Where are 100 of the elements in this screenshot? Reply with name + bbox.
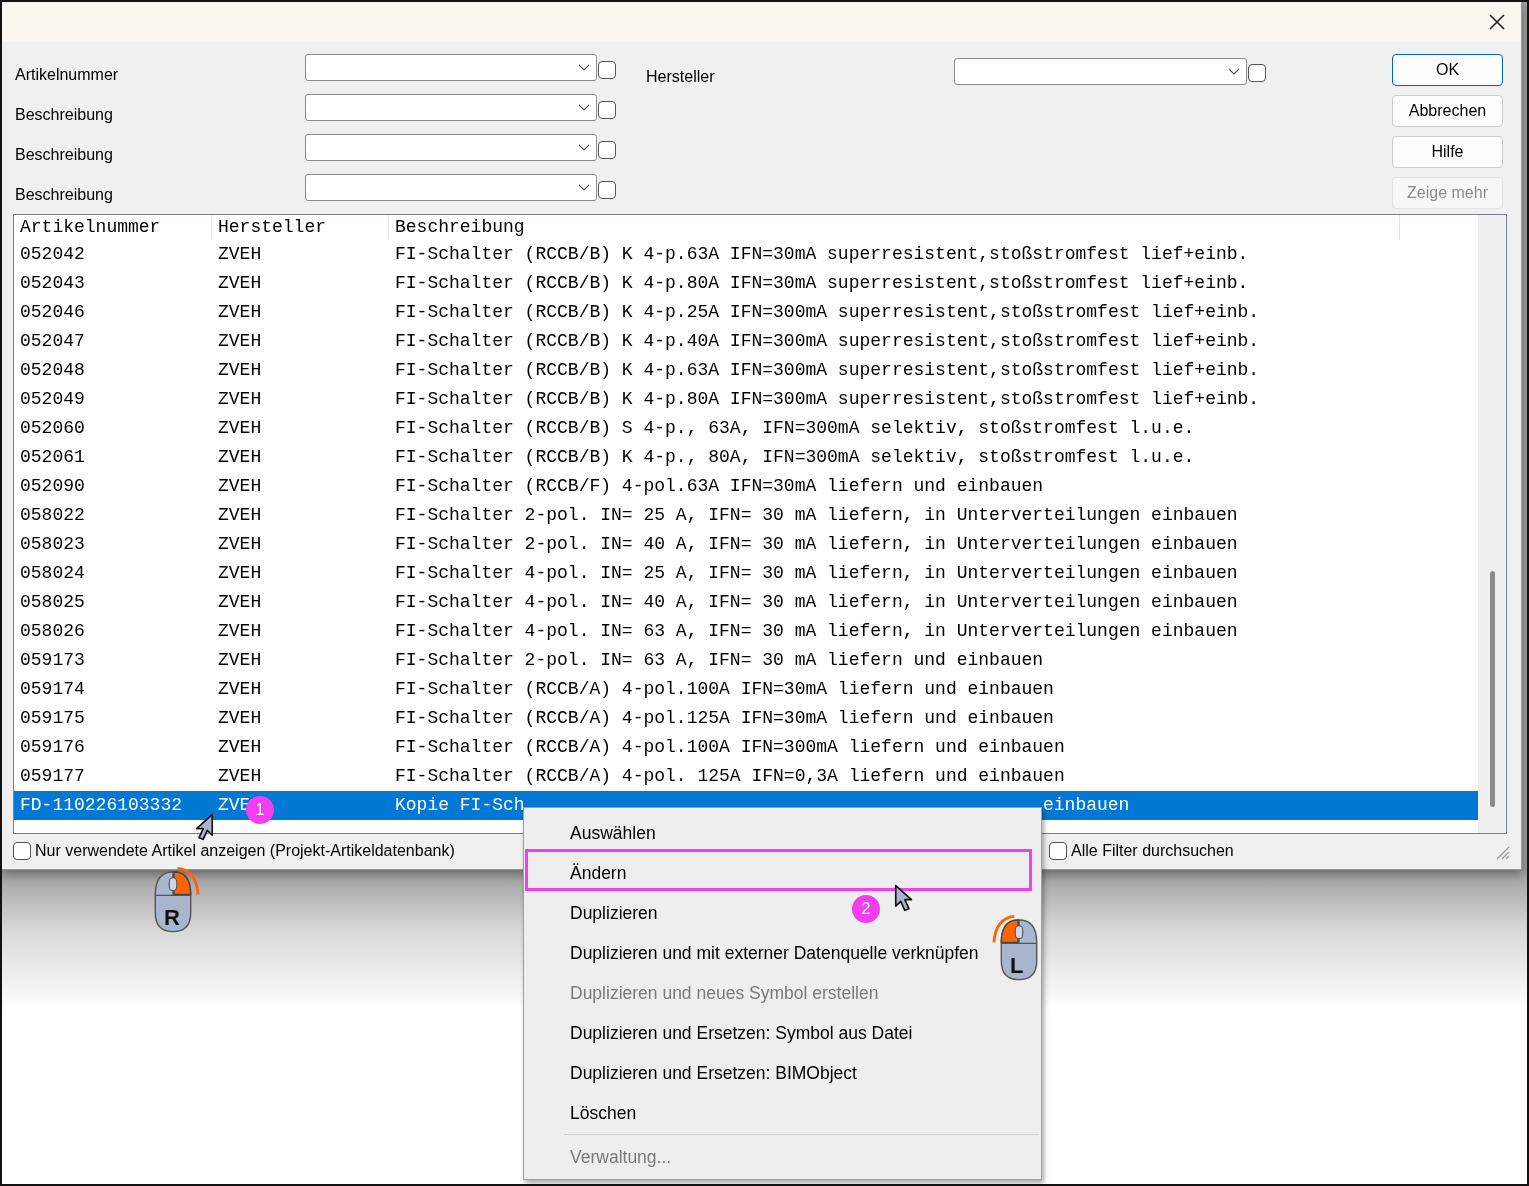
table-row[interactable]: 058022 ZVEH FI-Schalter 2-pol. IN= 25 A, IFN= 30 mA liefern, in Unterverteilungen einbauen	[14, 501, 1478, 530]
close-icon[interactable]	[1489, 14, 1505, 30]
table-cell: FI-Schalter (RCCB/B) S 4-p., 63A, IFN=300mA selektiv, stoßstromfest l.u.e.	[395, 418, 1195, 438]
cursor-icon	[894, 884, 914, 912]
checkbox-label: Nur verwendete Artikel anzeigen (Projekt-Artikeldatenbank)	[35, 841, 455, 861]
table-cell: FI-Schalter (RCCB/B) K 4-p., 80A, IFN=300mA selektiv, stoßstromfest l.u.e.	[395, 447, 1195, 467]
checkbox[interactable]	[1248, 64, 1266, 82]
dialog-button[interactable]: Hilfe	[1392, 136, 1503, 168]
table-cell: FI-Schalter (RCCB/B) K 4-p.25A IFN=300mA superresistent,stoßstromfest lief+einb.	[395, 302, 1260, 322]
dropdown-field[interactable]	[954, 58, 1247, 85]
table-row[interactable]: 059174 ZVEH FI-Schalter (RCCB/A) 4-pol.100A IFN=30mA liefern und einbauen	[14, 675, 1478, 704]
table-cell: ZVEH	[218, 302, 262, 322]
column-header[interactable]: Artikelnummer	[14, 215, 212, 240]
table-cell: FI-Schalter (RCCB/A) 4-pol.125A IFN=30mA liefern und einbauen	[395, 708, 1054, 728]
menu-item[interactable]: Duplizieren und Ersetzen: BIMObject	[570, 1059, 857, 1087]
filter-label: Hersteller	[646, 67, 716, 86]
menu-item[interactable]: Duplizieren	[570, 899, 658, 927]
table-row[interactable]: 052043 ZVEH FI-Schalter (RCCB/B) K 4-p.80A IFN=30mA superresistent,stoßstromfest lief+einb.	[14, 269, 1478, 298]
table-cell: 058023	[20, 534, 85, 554]
table-row[interactable]: 059175 ZVEH FI-Schalter (RCCB/A) 4-pol.125A IFN=30mA liefern und einbauen	[14, 704, 1478, 733]
chevron-down-icon	[578, 143, 590, 152]
menu-item[interactable]: Auswählen	[570, 819, 656, 847]
chevron-down-icon	[578, 63, 590, 72]
table-cell: FI-Schalter (RCCB/B) K 4-p.80A IFN=30mA superresistent,stoßstromfest lief+einb.	[395, 273, 1249, 293]
table-cell: FI-Schalter (RCCB/F) 4-pol.63A IFN=30mA liefern und einbauen	[395, 476, 1044, 496]
dropdown-field[interactable]	[305, 54, 597, 81]
table-cell: ZVEH	[218, 476, 262, 496]
column-header[interactable]: Beschreibung	[389, 215, 1400, 240]
table-row[interactable]: 052049 ZVEH FI-Schalter (RCCB/B) K 4-p.80A IFN=300mA superresistent,stoßstromfest lief+einb.	[14, 385, 1478, 414]
table-cell: 052042	[20, 244, 85, 264]
table-cell: ZVEH	[218, 534, 262, 554]
filter-label: Beschreibung	[15, 145, 114, 164]
table-cell: 052043	[20, 273, 85, 293]
table-cell: 059177	[20, 766, 85, 786]
dialog-button[interactable]: Abbrechen	[1392, 95, 1503, 127]
table-row[interactable]: 058026 ZVEH FI-Schalter 4-pol. IN= 63 A, IFN= 30 mA liefern, in Unterverteilungen einbauen	[14, 617, 1478, 646]
table-cell: FI-Schalter 4-pol. IN= 63 A, IFN= 30 mA liefern, in Unterverteilungen einbauen	[395, 621, 1238, 641]
table-cell: ZVEH	[218, 592, 262, 612]
table-row[interactable]: 052042 ZVEH FI-Schalter (RCCB/B) K 4-p.63A IFN=30mA superresistent,stoßstromfest lief+einb.	[14, 240, 1478, 269]
dropdown-field[interactable]	[305, 94, 597, 121]
table-cell: ZVEH	[218, 505, 262, 525]
menu-item[interactable]: Löschen	[570, 1099, 637, 1127]
menu-item[interactable]: Duplizieren und Ersetzen: Symbol aus Datei	[570, 1019, 913, 1047]
table-cell: 052048	[20, 360, 85, 380]
chevron-down-icon	[1228, 67, 1240, 76]
dropdown-field[interactable]	[305, 134, 597, 161]
scrollbar-thumb[interactable]	[1489, 571, 1495, 807]
table-row[interactable]: 059177 ZVEH FI-Schalter (RCCB/A) 4-pol. 125A IFN=0,3A liefern und einbauen	[14, 762, 1478, 791]
table-cell: FI-Schalter (RCCB/B) K 4-p.40A IFN=300mA superresistent,stoßstromfest lief+einb.	[395, 331, 1260, 351]
table-cell: ZVEH	[218, 273, 262, 293]
checkbox[interactable]	[13, 842, 31, 860]
menu-item[interactable]: Duplizieren und mit externer Datenquelle verknüpfen	[570, 939, 979, 967]
column-header[interactable]: Hersteller	[212, 215, 389, 240]
table-row[interactable]: 052046 ZVEH FI-Schalter (RCCB/B) K 4-p.25A IFN=300mA superresistent,stoßstromfest lief+einb.	[14, 298, 1478, 327]
checkbox[interactable]	[598, 100, 616, 119]
table-cell: 052049	[20, 389, 85, 409]
table-cell: ZVEH	[218, 621, 262, 641]
filter-label: Artikelnummer	[15, 65, 120, 84]
table-cell: FI-Schalter 2-pol. IN= 25 A, IFN= 30 mA liefern, in Unterverteilungen einbauen	[395, 505, 1238, 525]
chevron-down-icon	[578, 103, 590, 112]
table-cell: FI-Schalter (RCCB/B) K 4-p.63A IFN=30mA superresistent,stoßstromfest lief+einb.	[395, 244, 1249, 264]
table-cell: FI-Schalter 2-pol. IN= 40 A, IFN= 30 mA liefern, in Unterverteilungen einbauen	[395, 534, 1238, 554]
table-cell: 058024	[20, 563, 85, 583]
table-cell: 052061	[20, 447, 85, 467]
dialog-button[interactable]: OK	[1392, 54, 1503, 86]
filter-label: Beschreibung	[15, 185, 114, 204]
table-cell: ZVEH	[218, 766, 262, 786]
checkbox[interactable]	[1049, 842, 1067, 860]
table-cell: FI-Schalter 4-pol. IN= 40 A, IFN= 30 mA liefern, in Unterverteilungen einbauen	[395, 592, 1238, 612]
table-cell: 052047	[20, 331, 85, 351]
cursor-icon	[194, 813, 214, 841]
table-row[interactable]: 052048 ZVEH FI-Schalter (RCCB/B) K 4-p.63A IFN=300mA superresistent,stoßstromfest lief+einb.	[14, 356, 1478, 385]
dropdown-field[interactable]	[305, 174, 597, 201]
table-row[interactable]: 058025 ZVEH FI-Schalter 4-pol. IN= 40 A, IFN= 30 mA liefern, in Unterverteilungen einbauen	[14, 588, 1478, 617]
table-row[interactable]: 052047 ZVEH FI-Schalter (RCCB/B) K 4-p.40A IFN=300mA superresistent,stoßstromfest lief+einb.	[14, 327, 1478, 356]
table-cell: FI-Schalter 2-pol. IN= 63 A, IFN= 30 mA liefern und einbauen	[395, 650, 1044, 670]
table-cell: ZVEH	[218, 708, 262, 728]
table-cell: 052060	[20, 418, 85, 438]
checkbox[interactable]	[598, 140, 616, 159]
table-cell: ZVEH	[218, 418, 262, 438]
table-row[interactable]: 052060 ZVEH FI-Schalter (RCCB/B) S 4-p., 63A, IFN=300mA selektiv, stoßstromfest l.u.e.	[14, 414, 1478, 443]
table-row[interactable]: 059176 ZVEH FI-Schalter (RCCB/A) 4-pol.100A IFN=300mA liefern und einbauen	[14, 733, 1478, 762]
table-row[interactable]: 059173 ZVEH FI-Schalter 2-pol. IN= 63 A, IFN= 30 mA liefern und einbauen	[14, 646, 1478, 675]
table-cell: FI-Schalter (RCCB/B) K 4-p.80A IFN=300mA superresistent,stoßstromfest lief+einb.	[395, 389, 1260, 409]
chevron-down-icon	[578, 183, 590, 192]
table-row[interactable]: 052090 ZVEH FI-Schalter (RCCB/F) 4-pol.63A IFN=30mA liefern und einbauen	[14, 472, 1478, 501]
table-cell: 059173	[20, 650, 85, 670]
checkbox[interactable]	[598, 60, 616, 79]
table-cell: 059174	[20, 679, 85, 699]
mouse-button-label: R	[164, 907, 180, 929]
table-cell: ZVEH	[218, 737, 262, 757]
table-cell: 059175	[20, 708, 85, 728]
table-cell: ZVEH	[218, 360, 262, 380]
table-row[interactable]: 058024 ZVEH FI-Schalter 4-pol. IN= 25 A, IFN= 30 mA liefern, in Unterverteilungen einbauen	[14, 559, 1478, 588]
checkbox[interactable]	[598, 180, 616, 199]
table-row[interactable]: 058023 ZVEH FI-Schalter 2-pol. IN= 40 A, IFN= 30 mA liefern, in Unterverteilungen einbauen	[14, 530, 1478, 559]
table-cell: ZVEH	[218, 650, 262, 670]
table-cell: 052090	[20, 476, 85, 496]
menu-item[interactable]: Ändern	[570, 859, 627, 887]
table-row[interactable]: 052061 ZVEH FI-Schalter (RCCB/B) K 4-p., 80A, IFN=300mA selektiv, stoßstromfest l.u.e.	[14, 443, 1478, 472]
